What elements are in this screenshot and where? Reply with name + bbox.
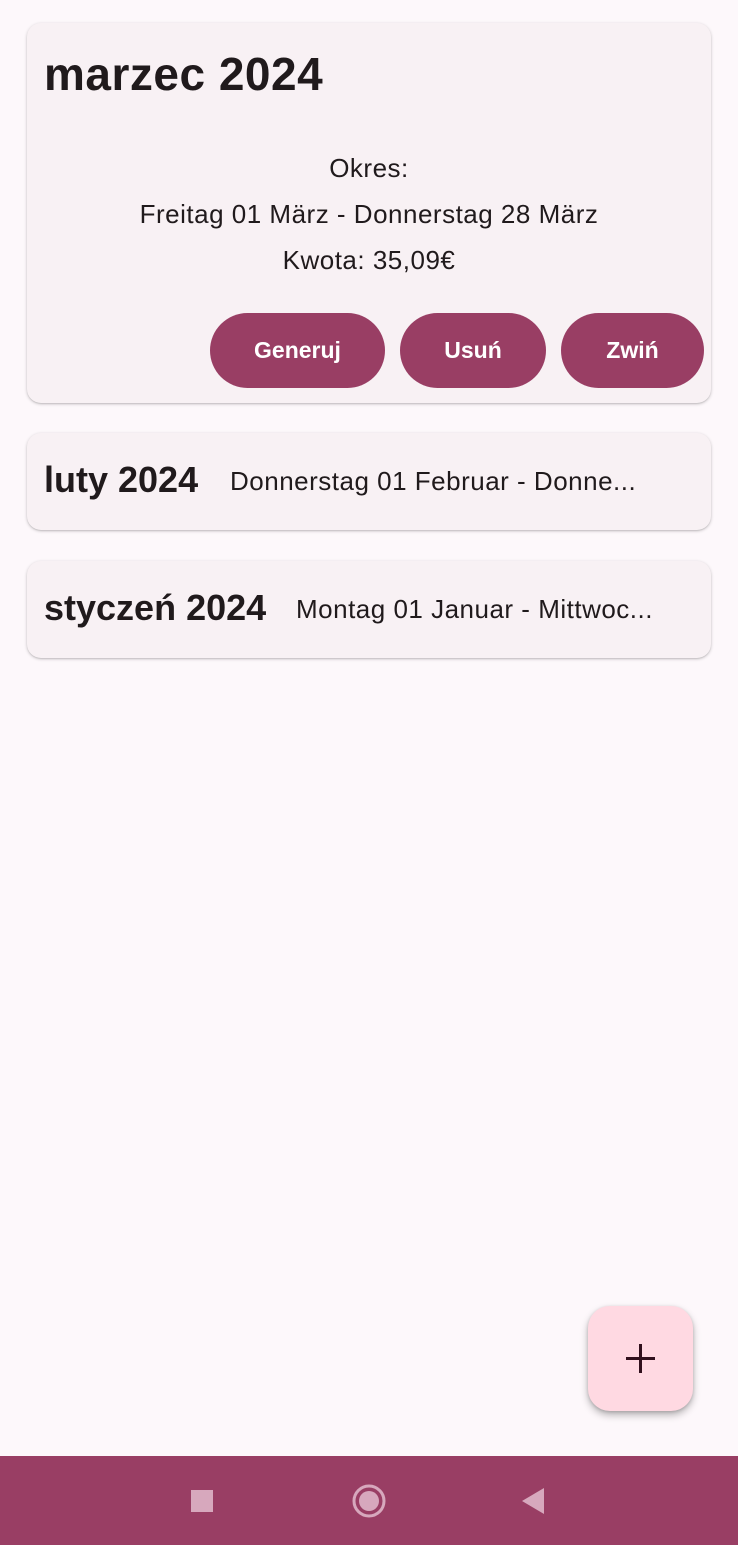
add-month-fab[interactable] xyxy=(588,1306,693,1411)
home-circle-icon[interactable] xyxy=(352,1484,386,1523)
period-range: Donnerstag 01 Februar - Donne... xyxy=(230,466,637,496)
generate-button[interactable]: Generuj xyxy=(210,313,385,388)
recents-square-icon[interactable] xyxy=(191,1490,213,1517)
month-title: luty 2024 xyxy=(44,459,199,500)
collapse-button[interactable]: Zwiń xyxy=(561,313,704,388)
period-range: Freitag 01 März - Donnerstag 28 März xyxy=(139,199,599,229)
month-title: marzec 2024 xyxy=(44,48,324,100)
back-triangle-icon[interactable] xyxy=(522,1488,544,1519)
system-nav-bar xyxy=(0,1456,738,1545)
period-range: Montag 01 Januar - Mittwoc... xyxy=(296,594,653,624)
month-card-expanded[interactable]: marzec 2024 Okres: Freitag 01 März - Don… xyxy=(27,23,711,403)
month-card-collapsed[interactable]: luty 2024 Donnerstag 01 Februar - Donne.… xyxy=(27,433,711,530)
amount-text: Kwota: 35,09€ xyxy=(282,245,456,275)
month-title: styczeń 2024 xyxy=(44,587,267,628)
period-label: Okres: xyxy=(329,153,409,183)
plus-icon xyxy=(626,1344,655,1373)
month-card-collapsed[interactable]: styczeń 2024 Montag 01 Januar - Mittwoc.… xyxy=(27,561,711,658)
delete-button[interactable]: Usuń xyxy=(400,313,546,388)
